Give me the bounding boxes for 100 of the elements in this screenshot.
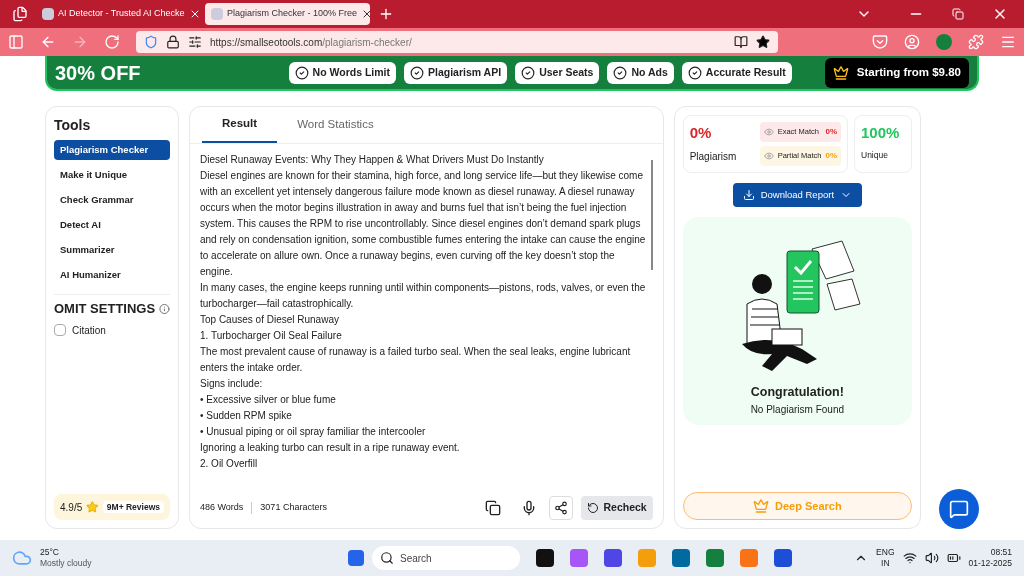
star-icon <box>86 500 99 514</box>
option-label: Citation <box>72 323 106 338</box>
url-text: https://smallseotools.com/plagiarism-checker/ <box>210 35 413 50</box>
chat-icon <box>949 499 969 519</box>
text-paragraph: • Sudden RPM spike <box>200 409 293 423</box>
tool-link[interactable]: Plagiarism Checker <box>54 140 170 160</box>
text-paragraph: • Unusual piping or oil spray familiar the intercooler <box>200 425 427 439</box>
bookmark-star-icon[interactable] <box>756 35 770 49</box>
tool-link[interactable]: Check Grammar <box>54 190 170 210</box>
eye-icon[interactable] <box>763 151 774 161</box>
tab-title: AI Detector - Trusted AI Checke <box>58 7 185 21</box>
plagiarism-percent: 0% <box>689 123 713 143</box>
crown-icon <box>753 498 769 514</box>
chat-button[interactable] <box>939 489 979 529</box>
feature-chip: Accurate Result <box>681 61 792 84</box>
settings-heading: OMIT SETTINGS <box>54 300 156 318</box>
character-count: 3071 Characters <box>260 501 327 515</box>
lock-icon[interactable] <box>166 35 180 49</box>
crown-icon <box>832 64 849 81</box>
address-bar[interactable]: https://smallseotools.com/plagiarism-checker/ <box>136 31 778 53</box>
unique-percent: 100% <box>861 123 901 143</box>
feature-chip: No Words Limit <box>288 61 396 84</box>
share-button[interactable] <box>549 496 574 520</box>
reload-icon[interactable] <box>104 34 120 50</box>
tool-link[interactable]: Detect AI <box>54 215 170 235</box>
text-paragraph: In many cases, the engine keeps running until within components—pistons, rods, valves, or even the turbocharger—fail catastrophically. <box>200 281 647 311</box>
congrats-title: Congratulation! <box>750 384 844 401</box>
pricing-badge[interactable]: Starting from $9.80 <box>824 57 969 88</box>
start-icon[interactable] <box>348 550 364 566</box>
download-icon <box>742 189 755 201</box>
shield-icon[interactable] <box>144 35 158 49</box>
restore-icon[interactable] <box>952 8 964 20</box>
weather-icon[interactable] <box>12 548 32 568</box>
menu-icon[interactable] <box>1000 34 1016 50</box>
unique-label: Unique <box>861 148 889 162</box>
match-percent: 0% <box>825 126 837 138</box>
favicon-icon <box>42 8 54 20</box>
text-paragraph: 1. Turbocharger Oil Seal Failure <box>200 329 343 343</box>
browser-tab[interactable]: AI Detector - Trusted AI Checke <box>36 3 201 25</box>
battery-icon[interactable] <box>946 551 961 565</box>
text-paragraph: Ignoring a leaking turbo can result in a ripe runaway event. <box>200 441 461 455</box>
eye-icon[interactable] <box>763 127 774 137</box>
new-tab-icon[interactable] <box>378 6 394 22</box>
text-paragraph: Diesel Runaway Events: Why They Happen & What Drivers Must Do Instantly <box>200 153 545 167</box>
feature-chip: User Seats <box>515 61 600 84</box>
taskbar-search-field[interactable]: Search <box>372 546 520 570</box>
check-circle-icon <box>294 65 309 80</box>
search-placeholder: Search <box>400 551 432 566</box>
taskbar-app-icon[interactable] <box>536 549 554 567</box>
pocket-icon[interactable] <box>872 34 888 50</box>
refresh-icon <box>587 502 600 514</box>
panel-title: Tools <box>54 116 92 135</box>
permissions-icon[interactable] <box>188 35 202 49</box>
region-text: IN <box>881 558 890 569</box>
tool-link[interactable]: AI Humanizer <box>54 265 170 285</box>
taskbar-app-icon[interactable] <box>774 549 792 567</box>
text-paragraph: Signs include: <box>200 377 264 391</box>
search-icon <box>380 551 394 565</box>
tool-link[interactable]: Summarizer <box>54 240 170 260</box>
account-icon[interactable] <box>904 34 920 50</box>
text-paragraph: 2. Oil Overfill <box>200 457 259 471</box>
check-circle-icon <box>521 65 536 80</box>
panel-tab[interactable]: Word Statistics <box>277 107 394 143</box>
favicon-icon <box>211 8 223 20</box>
extensions-icon[interactable] <box>968 34 984 50</box>
recheck-button[interactable]: Recheck <box>581 496 653 520</box>
checkbox[interactable] <box>54 324 66 336</box>
congrats-text: No Plagiarism Found <box>750 402 844 417</box>
copy-icon[interactable] <box>485 500 502 516</box>
feature-chip: Plagiarism API <box>403 61 508 84</box>
tab-overview-icon[interactable] <box>12 6 28 22</box>
word-count: 486 Words <box>200 501 244 515</box>
info-icon[interactable] <box>159 302 170 315</box>
tool-link[interactable]: Make it Unique <box>54 165 170 185</box>
share-icon <box>554 501 569 515</box>
text-paragraph: Top Causes of Diesel Runaway <box>200 313 340 327</box>
plagiarism-label: Plagiarism <box>689 149 738 164</box>
clock-time: 08:51 <box>990 547 1012 558</box>
promo-banner[interactable]: 30% OFF No Words Limit Plagiarism API User Seats No Ads Accurate Result Starting from $9.80 <box>45 56 979 91</box>
download-report-button[interactable]: Download Report <box>732 183 863 207</box>
weather-text: Mostly cloudy <box>40 558 93 569</box>
browser-tab[interactable]: Plagiarism Checker - 100% Free <box>205 3 370 25</box>
check-circle-icon <box>409 65 424 80</box>
text-paragraph: • Excessive silver or blue fume <box>200 393 337 407</box>
reviews-chip: 9M+ Reviews <box>102 500 164 514</box>
match-percent: 0% <box>825 150 837 162</box>
language-text: ENG <box>876 547 895 558</box>
text-paragraph: The most prevalent cause of runaway is a failed turbo seal. When the seal leaks, engine lubricant enters the intake order. <box>200 345 632 375</box>
reader-view-icon[interactable] <box>734 35 748 49</box>
back-icon[interactable] <box>40 34 56 50</box>
temperature-text: 25°C <box>40 547 60 558</box>
panel-tab[interactable]: Result <box>202 107 278 143</box>
check-circle-icon <box>613 65 628 80</box>
rating-text: 4.9/5 <box>60 500 83 515</box>
sidebar-icon[interactable] <box>8 34 24 50</box>
volume-icon[interactable] <box>924 551 939 565</box>
wifi-icon[interactable] <box>902 551 917 565</box>
feature-chip: No Ads <box>607 61 674 84</box>
discount-text: 30% OFF <box>55 60 141 86</box>
clock-date: 01-12-2025 <box>968 558 1012 569</box>
